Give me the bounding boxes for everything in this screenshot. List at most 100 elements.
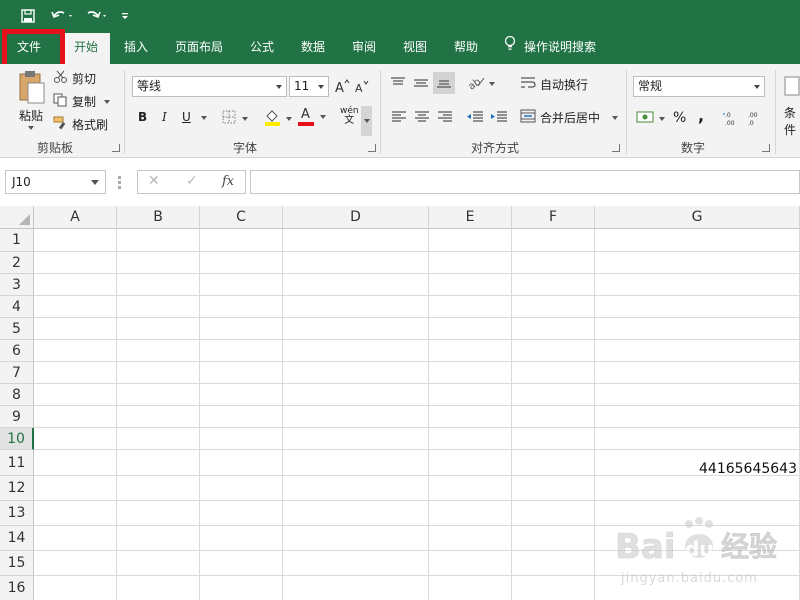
name-box[interactable]: J10 [5,170,106,194]
phonetic-button[interactable]: wén 文 [340,106,359,126]
row-header-13[interactable]: 13 [0,501,34,526]
undo-icon[interactable] [50,6,76,26]
phonetic-bottom-label: 文 [344,115,355,126]
alignment-group-label: 对齐方式 [470,141,519,155]
align-top-button[interactable] [390,76,406,93]
font-launcher-icon[interactable] [368,144,376,152]
row-header-8[interactable]: 8 [0,384,34,406]
align-bottom-icon [436,75,452,92]
number-group-label: 数字 [680,141,705,155]
underline-button[interactable]: U [182,110,191,124]
paste-icon [16,70,46,107]
column-header-e[interactable]: E [429,206,512,229]
underline-dropdown-icon[interactable] [198,116,207,120]
row-header-7[interactable]: 7 [0,362,34,384]
row-header-12[interactable]: 12 [0,476,34,501]
select-all-button[interactable] [0,206,34,229]
increase-indent-button[interactable] [490,110,508,127]
wrap-text-button[interactable]: 自动换行 [520,76,588,93]
phonetic-dropdown-icon[interactable] [361,106,372,136]
row-header-14[interactable]: 14 [0,526,34,551]
number-format-combo[interactable]: 常规 [633,76,765,97]
number-launcher-icon[interactable] [762,144,770,152]
comma-button[interactable]: , [698,106,704,125]
worksheet-grid[interactable]: ABCDEFG 1 2 3 4 5 6 7 8 9 10 11 12 13 14 15 16 44165645… [0,206,800,600]
font-color-button[interactable]: A [298,107,326,126]
customize-quick-access-icon[interactable] [120,6,130,26]
column-header-b[interactable]: B [117,206,200,229]
align-bottom-button[interactable] [433,72,455,94]
borders-button[interactable] [222,110,248,127]
column-header-c[interactable]: C [200,206,283,229]
formula-bar-grip[interactable] [118,176,121,190]
cell-g11[interactable]: 44165645643 [699,461,797,477]
tab-file[interactable]: 文件 [4,33,54,64]
tab-data[interactable]: 数据 [291,33,335,64]
grid-line [34,550,800,551]
row-header-15[interactable]: 15 [0,551,34,576]
merge-center-button[interactable]: 合并后居中 [520,109,619,126]
font-size-combo[interactable]: 11 [289,76,329,97]
conditional-formatting-button[interactable]: 条件 [784,104,800,138]
group-separator [626,70,627,154]
cut-button[interactable]: 剪切 [53,70,96,87]
tab-view[interactable]: 视图 [393,33,437,64]
currency-icon [636,109,656,128]
cancel-icon[interactable]: ✕ [148,173,160,189]
tab-home[interactable]: 开始 [62,33,110,64]
formula-input[interactable] [250,170,800,194]
row-header-6[interactable]: 6 [0,340,34,362]
row-header-16[interactable]: 16 [0,576,34,600]
decrease-decimal-icon-button[interactable]: .00.0 [745,110,763,129]
decrease-indent-button[interactable] [466,110,484,127]
increase-indent-icon [490,110,508,127]
increase-font-size-button[interactable]: A [334,78,350,97]
tab-help[interactable]: 帮助 [444,33,488,64]
format-painter-button[interactable]: 格式刷 [53,116,108,133]
clipboard-launcher-icon[interactable] [112,144,120,152]
align-right-button[interactable] [437,110,453,127]
tell-me-search[interactable]: 操作说明搜索 [504,33,614,64]
row-header-9[interactable]: 9 [0,406,34,428]
align-center-button[interactable] [414,110,430,127]
cut-label: 剪切 [72,72,97,86]
align-left-icon [391,110,407,127]
row-header-2[interactable]: 2 [0,252,34,274]
row-header-1[interactable]: 1 [0,229,34,252]
grid-line [34,317,800,318]
alignment-launcher-icon[interactable] [612,144,620,152]
bold-button[interactable]: B [138,110,147,124]
orientation-button[interactable]: ab [466,74,495,93]
paste-button[interactable]: 粘贴 [14,70,48,130]
wrap-text-icon [520,76,536,93]
column-header-f[interactable]: F [512,206,595,229]
tab-review[interactable]: 审阅 [342,33,386,64]
insert-function-icon[interactable]: fx [222,174,234,189]
enter-icon[interactable]: ✓ [186,173,198,189]
column-header-a[interactable]: A [34,206,117,229]
column-header-g[interactable]: G [595,206,800,229]
font-name-combo[interactable]: 等线 [132,76,287,97]
italic-button[interactable]: I [162,110,167,124]
accounting-format-button[interactable] [636,109,665,128]
decrease-decimal-icon: .00.0 [745,110,763,129]
copy-button[interactable]: 复制 [53,93,111,110]
increase-decimal-button[interactable]: .0.00 [722,110,740,129]
row-header-11[interactable]: 11 [0,450,34,476]
decrease-font-size-button[interactable]: A [354,78,370,97]
row-header-3[interactable]: 3 [0,274,34,296]
redo-icon[interactable] [84,6,110,26]
tab-page-layout[interactable]: 页面布局 [168,33,230,64]
save-icon[interactable] [20,6,36,26]
column-header-d[interactable]: D [283,206,429,229]
row-header-4[interactable]: 4 [0,296,34,318]
align-left-button[interactable] [391,110,407,127]
row-header-10[interactable]: 10 [0,428,34,450]
fill-color-button[interactable] [264,108,292,129]
tab-insert[interactable]: 插入 [114,33,158,64]
decrease-indent-icon [466,110,484,127]
tab-formulas[interactable]: 公式 [240,33,284,64]
row-header-5[interactable]: 5 [0,318,34,340]
align-middle-button[interactable] [413,76,429,93]
percent-button[interactable]: % [673,110,686,126]
